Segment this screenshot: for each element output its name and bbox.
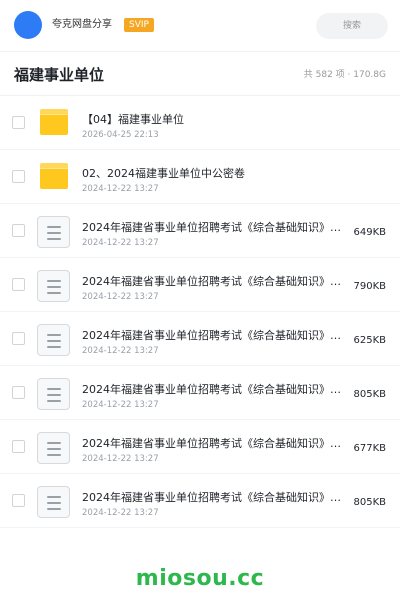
document-icon <box>37 324 70 356</box>
file-name: 【04】福建事业单位 <box>82 113 184 126</box>
file-name: 2024年福建省事业单位招聘考试《综合基础知识》模拟卷 <box>82 383 350 396</box>
file-name: 2024年福建省事业单位招聘考试《综合基础知识》模拟卷 <box>82 491 350 504</box>
file-date: 2024-12-22 13:27 <box>82 292 159 302</box>
document-icon <box>37 432 70 464</box>
share-owner-name: 夸克网盘分享 <box>52 19 112 30</box>
file-size: 625KB <box>353 335 386 346</box>
file-size: 677KB <box>353 443 386 454</box>
file-date: 2026-04-25 22:13 <box>82 130 159 140</box>
select-checkbox[interactable] <box>12 494 25 507</box>
svip-badge: SVIP <box>124 18 154 32</box>
document-icon <box>37 486 70 518</box>
file-size: 790KB <box>353 281 386 292</box>
file-row[interactable]: 2024年福建省事业单位招聘考试《综合基础知识》模拟卷 2024-12-22 13… <box>0 204 400 258</box>
file-date: 2024-12-22 13:27 <box>82 454 159 464</box>
file-date: 2024-12-22 13:27 <box>82 238 159 248</box>
file-row[interactable]: 02、2024福建事业单位中公密卷 2024-12-22 13:27 <box>0 150 400 204</box>
file-row[interactable]: 【04】福建事业单位 2026-04-25 22:13 <box>0 96 400 150</box>
page-title: 福建事业单位 <box>14 66 105 84</box>
site-watermark: miosou.cc <box>135 566 265 591</box>
file-row[interactable]: 2024年福建省事业单位招聘考试《综合基础知识》模拟卷 2024-12-22 13… <box>0 474 400 528</box>
file-name: 02、2024福建事业单位中公密卷 <box>82 167 245 180</box>
file-date: 2024-12-22 13:27 <box>82 184 159 194</box>
file-size: 805KB <box>353 497 386 508</box>
select-checkbox[interactable] <box>12 116 25 129</box>
file-row[interactable]: 2024年福建省事业单位招聘考试《综合基础知识》模拟卷 2024-12-22 13… <box>0 312 400 366</box>
file-row[interactable]: 2024年福建省事业单位招聘考试《综合基础知识》模拟卷 2024-12-22 13… <box>0 366 400 420</box>
document-icon <box>37 270 70 302</box>
folder-title-bar: 福建事业单位 共 582 项 · 170.8G <box>0 52 400 96</box>
file-row[interactable]: 2024年福建省事业单位招聘考试《综合基础知识》模拟卷 2024-12-22 13… <box>0 420 400 474</box>
select-checkbox[interactable] <box>12 440 25 453</box>
file-date: 2024-12-22 13:27 <box>82 400 159 410</box>
select-checkbox[interactable] <box>12 386 25 399</box>
app-header: 夸克网盘分享 SVIP 搜索 <box>0 0 400 52</box>
folder-icon <box>40 163 68 189</box>
file-name: 2024年福建省事业单位招聘考试《综合基础知识》模拟卷 <box>82 221 350 234</box>
select-checkbox[interactable] <box>12 224 25 237</box>
document-icon <box>37 216 70 248</box>
select-checkbox[interactable] <box>12 170 25 183</box>
file-list: 【04】福建事业单位 2026-04-25 22:13 02、2024福建事业单位中… <box>0 96 400 528</box>
document-icon <box>37 378 70 410</box>
file-row[interactable]: 2024年福建省事业单位招聘考试《综合基础知识》模拟卷 2024-12-22 13… <box>0 258 400 312</box>
file-size: 649KB <box>353 227 386 238</box>
file-name: 2024年福建省事业单位招聘考试《综合基础知识》模拟卷 <box>82 329 350 342</box>
file-name: 2024年福建省事业单位招聘考试《综合基础知识》模拟卷 <box>82 437 350 450</box>
folder-icon <box>40 109 68 135</box>
file-size: 805KB <box>353 389 386 400</box>
file-date: 2024-12-22 13:27 <box>82 346 159 356</box>
file-name: 2024年福建省事业单位招聘考试《综合基础知识》模拟卷 <box>82 275 350 288</box>
folder-summary: 共 582 项 · 170.8G <box>303 70 386 80</box>
select-checkbox[interactable] <box>12 332 25 345</box>
file-date: 2024-12-22 13:27 <box>82 508 159 518</box>
select-checkbox[interactable] <box>12 278 25 291</box>
search-button[interactable]: 搜索 <box>316 13 388 39</box>
avatar[interactable] <box>14 11 42 39</box>
